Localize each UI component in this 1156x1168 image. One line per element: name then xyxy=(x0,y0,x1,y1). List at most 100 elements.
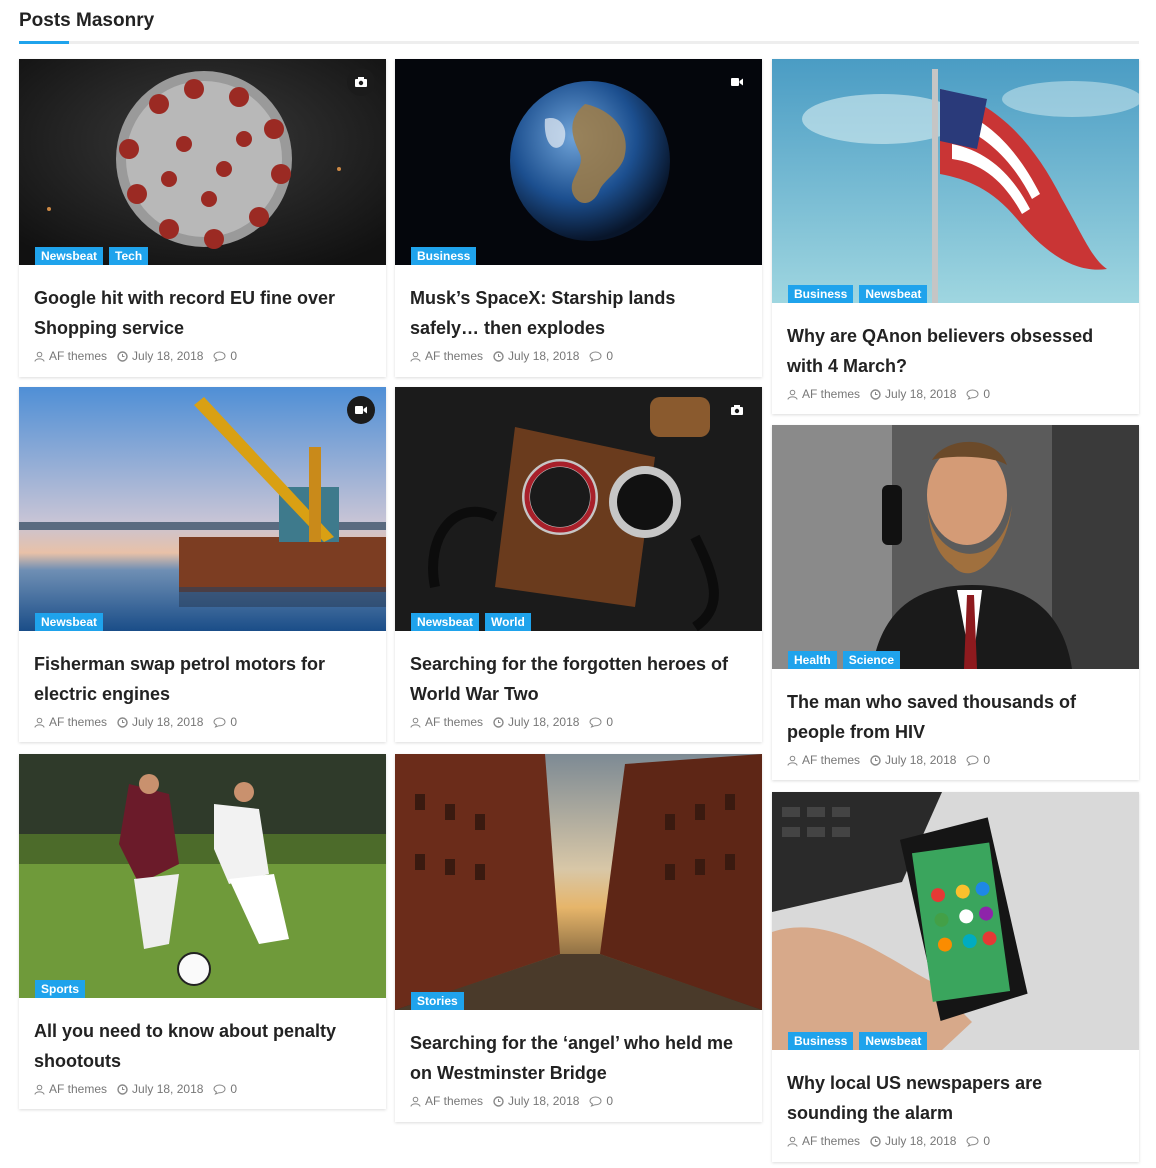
category-tag[interactable]: Stories xyxy=(411,992,464,1010)
post-thumbnail[interactable]: Stories xyxy=(395,754,762,1010)
post-card[interactable]: Newsbeat World Searching for the forgott… xyxy=(395,387,762,742)
category-tag[interactable]: Newsbeat xyxy=(859,1032,928,1050)
post-title[interactable]: Musk’s SpaceX: Starship lands safely… th… xyxy=(410,283,747,343)
post-card[interactable]: Business Musk’s SpaceX: Starship lands s… xyxy=(395,59,762,377)
post-date[interactable]: July 18, 2018 xyxy=(132,715,203,729)
post-author[interactable]: AF themes xyxy=(802,1134,860,1148)
comment-count[interactable]: 0 xyxy=(606,349,613,363)
user-icon xyxy=(787,389,798,400)
clock-icon xyxy=(117,350,128,362)
post-thumbnail[interactable]: Newsbeat xyxy=(19,387,386,631)
category-tag[interactable]: Sports xyxy=(35,980,86,998)
post-thumbnail[interactable]: Health Science xyxy=(772,425,1139,669)
post-meta: AF themes July 18, 2018 0 xyxy=(34,349,371,363)
post-meta: AF themes July 18, 2018 0 xyxy=(787,1134,1124,1148)
post-title[interactable]: All you need to know about penalty shoot… xyxy=(34,1016,371,1076)
post-date[interactable]: July 18, 2018 xyxy=(885,387,956,401)
category-tags: Sports xyxy=(35,980,86,998)
post-author[interactable]: AF themes xyxy=(49,1082,107,1096)
category-tag[interactable]: Newsbeat xyxy=(411,613,480,631)
clock-icon xyxy=(117,716,128,728)
category-tag[interactable]: Tech xyxy=(109,247,149,265)
post-date[interactable]: July 18, 2018 xyxy=(132,1082,203,1096)
post-title[interactable]: Why are QAnon believers obsessed with 4 … xyxy=(787,321,1124,381)
post-meta: AF themes July 18, 2018 0 xyxy=(410,1094,747,1108)
post-card[interactable]: Newsbeat Fisherman swap petrol motors fo… xyxy=(19,387,386,742)
category-tag[interactable]: World xyxy=(485,613,531,631)
post-date[interactable]: July 18, 2018 xyxy=(885,753,956,767)
post-card[interactable]: Health Science The man who saved thousan… xyxy=(772,425,1139,780)
comment-count[interactable]: 0 xyxy=(983,387,990,401)
post-thumbnail[interactable]: Sports xyxy=(19,754,386,998)
post-date[interactable]: July 18, 2018 xyxy=(508,349,579,363)
post-date[interactable]: July 18, 2018 xyxy=(885,1134,956,1148)
category-tags: Newsbeat World xyxy=(411,613,531,631)
camera-icon xyxy=(723,396,751,424)
post-thumbnail[interactable]: Newsbeat World xyxy=(395,387,762,631)
clock-icon xyxy=(493,1095,504,1107)
category-tags: Stories xyxy=(411,992,464,1010)
post-author[interactable]: AF themes xyxy=(425,715,483,729)
post-thumbnail[interactable]: Newsbeat Tech xyxy=(19,59,386,265)
user-icon xyxy=(787,755,798,766)
category-tags: Business xyxy=(411,247,477,265)
comment-count[interactable]: 0 xyxy=(230,1082,237,1096)
comment-icon xyxy=(589,350,602,362)
category-tag[interactable]: Newsbeat xyxy=(35,613,104,631)
post-author[interactable]: AF themes xyxy=(425,1094,483,1108)
category-tags: Newsbeat xyxy=(35,613,104,631)
category-tag[interactable]: Business xyxy=(788,285,854,303)
post-title[interactable]: Fisherman swap petrol motors for electri… xyxy=(34,649,371,709)
comment-count[interactable]: 0 xyxy=(230,349,237,363)
clock-icon xyxy=(117,1083,128,1095)
comment-count[interactable]: 0 xyxy=(983,1134,990,1148)
post-title[interactable]: Google hit with record EU fine over Shop… xyxy=(34,283,371,343)
post-meta: AF themes July 18, 2018 0 xyxy=(787,753,1124,767)
post-date[interactable]: July 18, 2018 xyxy=(508,1094,579,1108)
post-card[interactable]: Sports All you need to know about penalt… xyxy=(19,754,386,1109)
post-author[interactable]: AF themes xyxy=(49,349,107,363)
category-tags: Newsbeat Tech xyxy=(35,247,149,265)
category-tag[interactable]: Science xyxy=(842,651,901,669)
user-icon xyxy=(410,351,421,362)
post-meta: AF themes July 18, 2018 0 xyxy=(410,715,747,729)
user-icon xyxy=(787,1136,798,1147)
post-card[interactable]: Stories Searching for the ‘angel’ who he… xyxy=(395,754,762,1122)
category-tags: Business Newsbeat xyxy=(788,285,928,303)
section-title: Posts Masonry xyxy=(19,10,155,31)
comment-count[interactable]: 0 xyxy=(606,715,613,729)
post-date[interactable]: July 18, 2018 xyxy=(132,349,203,363)
user-icon xyxy=(34,717,45,728)
comment-count[interactable]: 0 xyxy=(606,1094,613,1108)
post-meta: AF themes July 18, 2018 0 xyxy=(787,387,1124,401)
title-accent-bar xyxy=(19,41,69,44)
post-author[interactable]: AF themes xyxy=(802,387,860,401)
post-title[interactable]: Why local US newspapers are sounding the… xyxy=(787,1068,1124,1128)
category-tag[interactable]: Business xyxy=(788,1032,854,1050)
comment-count[interactable]: 0 xyxy=(983,753,990,767)
post-thumbnail[interactable]: Business Newsbeat xyxy=(772,792,1139,1050)
post-date[interactable]: July 18, 2018 xyxy=(508,715,579,729)
post-card[interactable]: Newsbeat Tech Google hit with record EU … xyxy=(19,59,386,377)
category-tag[interactable]: Newsbeat xyxy=(35,247,104,265)
comment-count[interactable]: 0 xyxy=(230,715,237,729)
post-thumbnail[interactable]: Business Newsbeat xyxy=(772,59,1139,303)
post-card[interactable]: Business Newsbeat Why are QAnon believer… xyxy=(772,59,1139,414)
video-icon xyxy=(723,68,751,96)
comment-icon xyxy=(213,716,226,728)
category-tag[interactable]: Newsbeat xyxy=(859,285,928,303)
post-author[interactable]: AF themes xyxy=(802,753,860,767)
post-title[interactable]: Searching for the ‘angel’ who held me on… xyxy=(410,1028,747,1088)
post-author[interactable]: AF themes xyxy=(49,715,107,729)
clock-icon xyxy=(870,1135,881,1147)
category-tag[interactable]: Business xyxy=(411,247,477,265)
post-author[interactable]: AF themes xyxy=(425,349,483,363)
post-title[interactable]: The man who saved thousands of people fr… xyxy=(787,687,1124,747)
title-divider xyxy=(19,41,1139,44)
post-card[interactable]: Business Newsbeat Why local US newspaper… xyxy=(772,792,1139,1162)
video-icon xyxy=(347,396,375,424)
post-thumbnail[interactable]: Business xyxy=(395,59,762,265)
post-title[interactable]: Searching for the forgotten heroes of Wo… xyxy=(410,649,747,709)
category-tag[interactable]: Health xyxy=(788,651,837,669)
category-tags: Health Science xyxy=(788,651,901,669)
